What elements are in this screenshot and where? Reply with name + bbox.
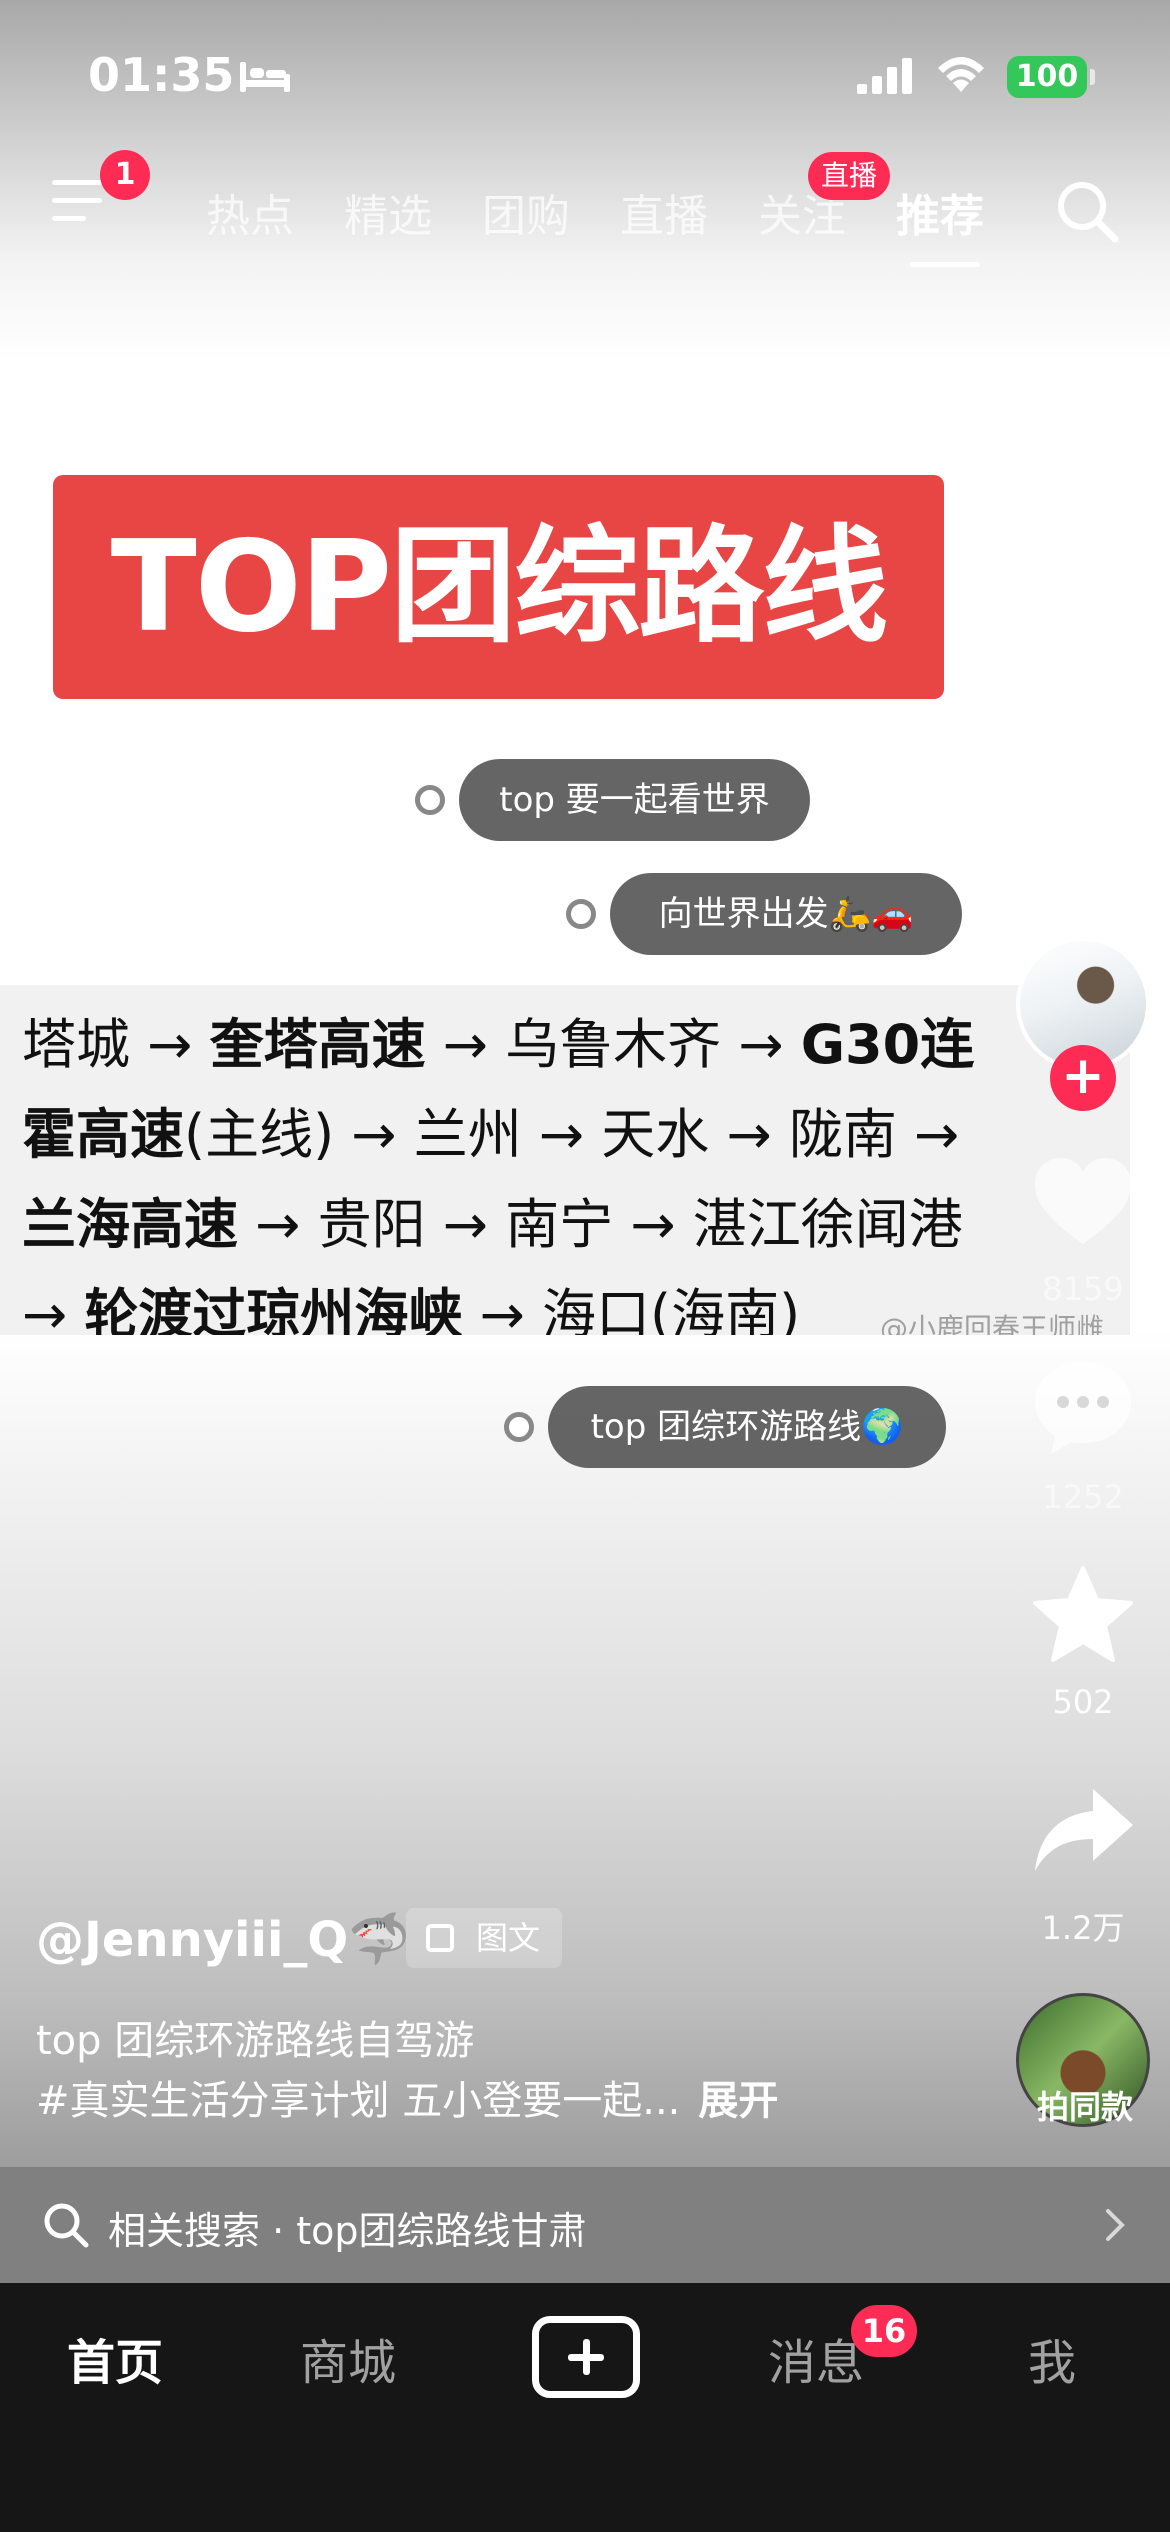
route-segment: 奎塔高速 [209,1013,426,1076]
search-icon [44,2203,89,2248]
author-username[interactable]: @Jennyiii_Q🦈 [36,1910,410,1969]
status-bar: 01:35 100 [0,0,1170,150]
comment-bubble-icon[interactable] [1027,1352,1139,1464]
cellular-signal-icon [857,58,912,94]
tag-dot [415,785,445,815]
menu-notification-badge: 1 [100,150,150,200]
tab-featured[interactable]: 精选 [344,180,432,244]
live-badge: 直播 [808,152,890,200]
wifi-icon [938,57,984,92]
caption-title: top 团综环游路线自驾游 [36,2018,475,2064]
comment-count: 1252 [1042,1478,1124,1516]
like-count: 8159 [1042,1270,1124,1308]
route-segment: G30连 [800,1013,975,1076]
image-watermark: @小鹿回春王师雌 [880,1312,1105,1335]
route-segment: → 贵阳 → 南宁 → 湛江徐闻港 [238,1193,963,1256]
tab-group-buy[interactable]: 团购 [482,180,570,244]
favorite-star-icon[interactable] [1027,1560,1139,1672]
share-count: 1.2万 [1041,1909,1125,1947]
image-tag[interactable]: 向世界出发🛵🚗 [566,873,962,955]
like-heart-icon[interactable] [1027,1148,1139,1260]
tab-me[interactable]: 我 [1028,2323,1076,2393]
tag-dot [504,1412,534,1442]
post-type-label: 图文 [476,1919,541,1957]
route-line-4: → 轮渡过琼州海峡 → 海口(海南) [22,1270,800,1335]
status-time: 01:35 [88,48,235,102]
tab-messages[interactable]: 消息 [768,2323,864,2393]
search-icon[interactable] [1054,178,1120,244]
create-post-button[interactable] [532,2316,640,2398]
author-name: @Jennyiii_Q [36,1912,349,1968]
route-segment: 霍高速 [22,1103,184,1166]
caption-text[interactable]: #真实生活分享计划 五小登要一起... [36,2078,680,2124]
route-line-2: 霍高速(主线) → 兰州 → 天水 → 陇南 → [22,1090,959,1169]
tag-dot [566,899,596,929]
tab-mall[interactable]: 商城 [300,2323,396,2393]
route-line-1: 塔城 → 奎塔高速 → 乌鲁木齐 → G30连 [22,1000,974,1079]
tab-recommended[interactable]: 推荐 [896,180,984,244]
post-type-badge: 图文 [406,1908,562,1968]
related-search-bar[interactable]: 相关搜索 · top团综路线甘肃 [0,2167,1170,2283]
expand-caption-link[interactable]: 展开 [698,2078,778,2124]
battery-indicator: 100 [1007,56,1087,98]
share-arrow-icon[interactable] [1027,1775,1139,1887]
tab-live[interactable]: 直播 [620,180,708,244]
image-tag[interactable]: top 要一起看世界 [415,759,810,841]
tab-home[interactable]: 首页 [67,2323,163,2393]
route-line-3: 兰海高速 → 贵阳 → 南宁 → 湛江徐闻港 [22,1180,963,1259]
battery-tip [1090,69,1095,85]
tag-label: top 要一起看世界 [459,759,810,841]
tag-label: top 团综环游路线🌍 [548,1386,946,1468]
caption-hashtags: #真实生活分享计划 五小登要一起... 展开 [36,2068,778,2126]
chevron-right-icon [1106,2209,1125,2241]
route-segment: (主线) → 兰州 → 天水 → 陇南 → [184,1103,960,1166]
tab-hot[interactable]: 热点 [206,180,294,244]
route-segment: → [22,1283,85,1335]
related-search-text: 相关搜索 · top团综路线甘肃 [108,2209,587,2253]
use-template-label[interactable]: 拍同款 [1020,2082,1150,2128]
route-segment: → 乌鲁木齐 → [425,1013,801,1076]
image-post-icon [426,1924,454,1952]
shark-emoji: 🦈 [348,1910,411,1968]
route-segment: 轮渡过琼州海峡 [84,1283,463,1335]
menu-icon[interactable] [52,180,102,234]
route-segment: → 海口(海南) [462,1283,801,1335]
image-tag[interactable]: top 团综环游路线🌍 [504,1386,946,1468]
route-segment: 塔城 → [22,1013,210,1076]
bottom-tab-bar: 首页 商城 消息 16 我 [0,2283,1170,2532]
message-count-badge: 16 [851,2305,917,2357]
tag-label: 向世界出发🛵🚗 [610,873,962,955]
sleep-focus-icon [240,62,290,92]
follow-button[interactable]: + [1050,1045,1116,1111]
active-tab-indicator [910,262,980,267]
favorite-count: 502 [1052,1683,1114,1721]
route-segment: 兰海高速 [22,1193,238,1256]
route-text-image: 塔城 → 奎塔高速 → 乌鲁木齐 → G30连 霍高速(主线) → 兰州 → 天… [0,985,1130,1335]
post-title-banner: TOP团综路线 [53,475,944,699]
